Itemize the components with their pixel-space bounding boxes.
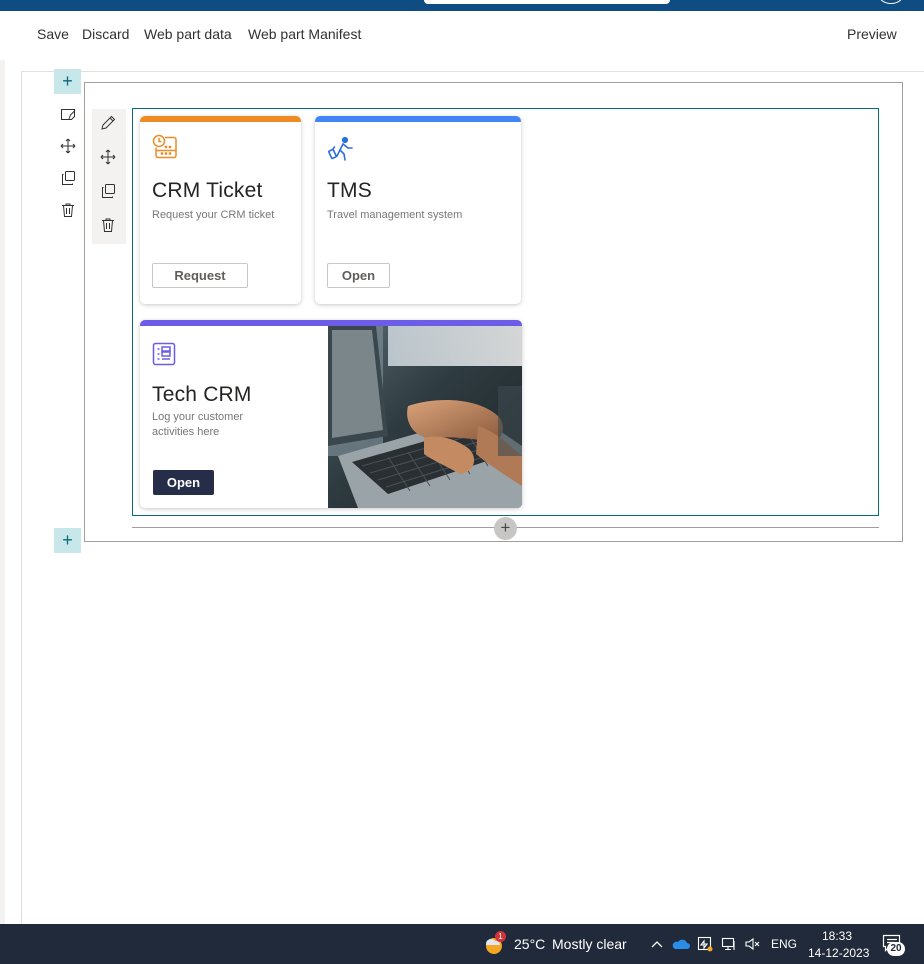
move-icon[interactable]: [100, 149, 118, 167]
add-section-bottom-button[interactable]: +: [54, 528, 81, 553]
duplicate-icon[interactable]: [100, 183, 118, 201]
taskbar: 1 25°C Mostly clear ENG 18:33 14-12-2023…: [0, 924, 924, 964]
web-part-data-button[interactable]: Web part data: [144, 26, 232, 42]
duplicate-icon[interactable]: [60, 170, 80, 190]
clock-date[interactable]: 14-12-2023: [808, 946, 869, 960]
discard-button[interactable]: Discard: [82, 26, 129, 42]
add-section-top-button[interactable]: +: [54, 69, 81, 94]
onedrive-icon[interactable]: [672, 937, 690, 951]
edit-section-icon[interactable]: [60, 106, 80, 126]
webpart[interactable]: CRM Ticket Request your CRM ticket Reque…: [132, 108, 879, 516]
webpart-toolbar: [92, 109, 126, 244]
search-box[interactable]: [424, 0, 670, 4]
tms-card: TMS Travel management system Open: [315, 116, 521, 304]
pencil-icon[interactable]: [100, 115, 118, 133]
preview-button[interactable]: Preview: [847, 26, 897, 42]
crm-ticket-card: CRM Ticket Request your CRM ticket Reque…: [140, 116, 301, 304]
temperature[interactable]: 25°C: [514, 936, 545, 952]
avatar[interactable]: [878, 0, 904, 4]
move-icon[interactable]: [60, 138, 80, 158]
web-part-manifest-button[interactable]: Web part Manifest: [248, 26, 361, 42]
language-indicator[interactable]: ENG: [771, 937, 797, 951]
chevron-up-icon[interactable]: [650, 937, 664, 951]
volume-muted-icon[interactable]: [744, 936, 760, 952]
save-button[interactable]: Save: [37, 26, 69, 42]
calendar-clock-icon: [152, 134, 178, 160]
command-bar: Save Discard Web part data Web part Mani…: [0, 11, 924, 59]
card-title: Tech CRM: [152, 383, 252, 406]
weather-badge: 1: [495, 931, 506, 942]
card-accent-stripe: [315, 116, 521, 122]
notification-count: 20: [887, 942, 905, 956]
weather-text[interactable]: Mostly clear: [552, 936, 627, 952]
security-icon[interactable]: [697, 936, 713, 952]
delete-icon[interactable]: [60, 202, 80, 222]
card-description: Travel management system: [327, 209, 463, 221]
card-title: CRM Ticket: [152, 179, 263, 202]
list-icon: [152, 342, 176, 366]
open-button[interactable]: Open: [153, 470, 214, 495]
tech-crm-card: Tech CRM Log your customer activities he…: [140, 320, 522, 508]
laptop-typing-photo: [328, 326, 522, 508]
card-accent-stripe: [140, 116, 301, 122]
card-description: Request your CRM ticket: [152, 209, 275, 221]
open-button[interactable]: Open: [327, 263, 390, 288]
suite-header: [0, 0, 924, 11]
add-webpart-button[interactable]: +: [494, 517, 517, 540]
clock-time[interactable]: 18:33: [822, 929, 852, 943]
delete-icon[interactable]: [100, 217, 118, 235]
left-rail: [0, 60, 5, 924]
card-description: Log your customer activities here: [152, 411, 244, 438]
request-button[interactable]: Request: [152, 263, 248, 288]
network-icon[interactable]: [721, 936, 737, 952]
traveler-icon: [327, 136, 355, 162]
card-title: TMS: [327, 179, 372, 202]
